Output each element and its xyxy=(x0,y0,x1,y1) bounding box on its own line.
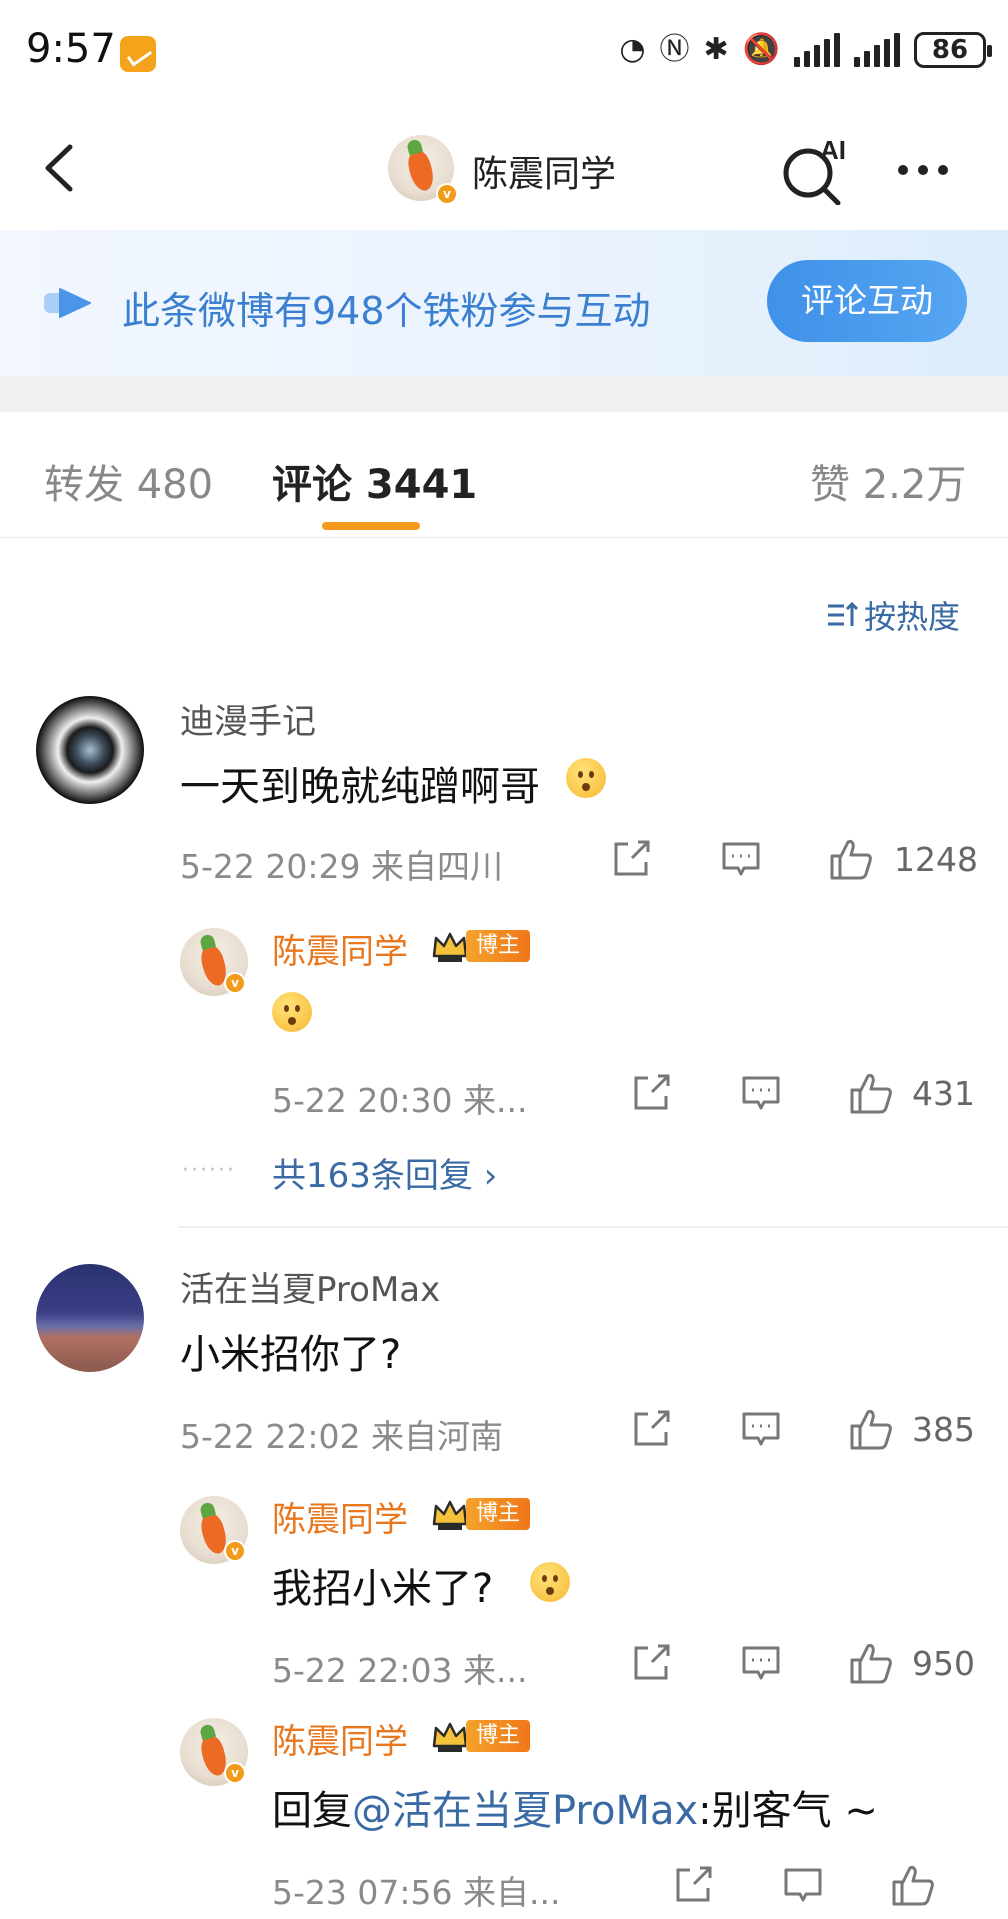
header: v 陈震同学 AI xyxy=(0,105,1008,230)
like-count: 431 xyxy=(912,1074,975,1113)
comment-interact-button[interactable]: 评论互动 xyxy=(767,260,967,342)
status-icons: ◔ Ⓝ ✱ 🔕 86 xyxy=(619,30,992,70)
page-title: 陈震同学 xyxy=(472,154,617,195)
fan-banner-text: 此条微博有948个铁粉参与互动 xyxy=(122,289,651,333)
ai-search-icon[interactable]: AI xyxy=(780,133,852,205)
back-icon[interactable] xyxy=(40,143,80,193)
comment-icon[interactable] xyxy=(782,1864,824,1906)
like-icon[interactable] xyxy=(848,1406,894,1452)
comment-icon[interactable] xyxy=(740,1072,782,1114)
share-icon[interactable] xyxy=(630,1642,672,1684)
comment-icon[interactable] xyxy=(740,1642,782,1684)
like-icon[interactable] xyxy=(848,1070,894,1116)
comment-icon[interactable] xyxy=(720,838,762,880)
reply-author[interactable]: 陈震同学 xyxy=(272,1714,408,1763)
share-icon[interactable] xyxy=(630,1072,672,1114)
crown-icon xyxy=(432,1500,468,1530)
share-icon[interactable] xyxy=(630,1408,672,1450)
more-icon[interactable] xyxy=(898,165,948,175)
reply-author[interactable]: 陈震同学 xyxy=(272,1492,408,1541)
ai-label: AI xyxy=(820,135,846,165)
surprised-emoji-icon xyxy=(530,1562,570,1602)
avatar[interactable] xyxy=(36,1264,144,1372)
comment-text-content: 一天到晚就纯蹭啊哥 xyxy=(180,764,540,810)
mention-link[interactable]: @活在当夏ProMax xyxy=(352,1788,698,1834)
comment-text: 小米招你了? xyxy=(180,1332,402,1378)
comment-meta: 5-22 22:02 来自河南 xyxy=(180,1417,503,1456)
reply-meta: 5-23 07:56 来自... xyxy=(272,1873,561,1912)
owner-badge: 博主 xyxy=(430,1494,531,1534)
owner-tag: 博主 xyxy=(466,1720,531,1752)
reply-author[interactable]: 陈震同学 xyxy=(272,924,408,973)
reply-prefix: 回复 xyxy=(272,1788,352,1834)
avatar[interactable] xyxy=(36,696,144,804)
fan-icon xyxy=(44,288,91,318)
signal-2-icon xyxy=(854,33,900,67)
comment-text: 一天到晚就纯蹭啊哥 xyxy=(180,754,540,812)
battery-icon: 86 xyxy=(914,32,992,68)
crown-icon xyxy=(432,1722,468,1752)
verified-icon: v xyxy=(224,1540,246,1562)
comment-divider xyxy=(178,1226,1008,1228)
status-bar: 9:57 ◔ Ⓝ ✱ 🔕 86 xyxy=(0,0,1008,105)
reply-meta: 5-22 22:03 来... xyxy=(272,1651,528,1690)
tab-bar: 转发 480 评论 3441 赞 2.2万 xyxy=(0,412,1008,538)
like-count: 950 xyxy=(912,1644,975,1683)
like-icon[interactable] xyxy=(828,836,874,882)
reply-meta: 5-22 20:30 来... xyxy=(272,1081,528,1120)
share-icon[interactable] xyxy=(672,1864,714,1906)
replies-dots: ······ xyxy=(182,1158,236,1183)
mute-icon: 🔕 xyxy=(742,32,780,67)
sort-icon xyxy=(828,601,858,626)
reply-suffix: :别客气 ~ xyxy=(698,1788,878,1834)
sort-button[interactable]: 按热度 xyxy=(826,592,960,638)
fan-banner: 此条微博有948个铁粉参与互动 评论互动 xyxy=(0,230,1008,376)
verified-icon: v xyxy=(224,1762,246,1784)
speed-icon: ◔ xyxy=(619,32,646,67)
tab-reposts[interactable]: 转发 480 xyxy=(44,452,213,510)
like-count: 385 xyxy=(912,1410,975,1449)
reply-text: 我招小米了? xyxy=(272,1566,494,1612)
more-replies-link[interactable]: 共163条回复 › xyxy=(272,1148,497,1197)
like-icon[interactable] xyxy=(890,1862,936,1908)
active-tab-indicator xyxy=(322,522,420,530)
verified-icon: v xyxy=(436,183,458,205)
comment-author[interactable]: 迪漫手记 xyxy=(180,694,316,743)
bluetooth-icon: ✱ xyxy=(703,32,729,67)
nfc-icon: Ⓝ xyxy=(659,32,690,67)
tab-likes[interactable]: 赞 2.2万 xyxy=(810,452,966,510)
reply-text: 回复@活在当夏ProMax:别客气 ~ xyxy=(272,1778,878,1836)
tab-comments[interactable]: 评论 3441 xyxy=(272,452,477,510)
like-count: 1248 xyxy=(894,840,978,879)
laugh-cry-emoji-icon xyxy=(566,758,606,798)
app-notification-icon xyxy=(120,36,156,72)
sort-label: 按热度 xyxy=(864,598,961,636)
comment-meta: 5-22 20:29 来自四川 xyxy=(180,847,503,886)
comment-author[interactable]: 活在当夏ProMax xyxy=(180,1262,440,1311)
owner-badge: 博主 xyxy=(430,926,531,966)
owner-tag: 博主 xyxy=(466,930,531,962)
status-time: 9:57 xyxy=(26,26,116,72)
section-divider xyxy=(0,376,1008,412)
crown-icon xyxy=(432,932,468,962)
surprised-emoji-icon xyxy=(272,992,312,1032)
signal-icon xyxy=(794,33,840,67)
carrot-icon xyxy=(405,148,437,194)
share-icon[interactable] xyxy=(610,838,652,880)
like-icon[interactable] xyxy=(848,1640,894,1686)
comment-icon[interactable] xyxy=(740,1408,782,1450)
verified-icon: v xyxy=(224,972,246,994)
owner-tag: 博主 xyxy=(466,1498,531,1530)
owner-badge: 博主 xyxy=(430,1716,531,1756)
